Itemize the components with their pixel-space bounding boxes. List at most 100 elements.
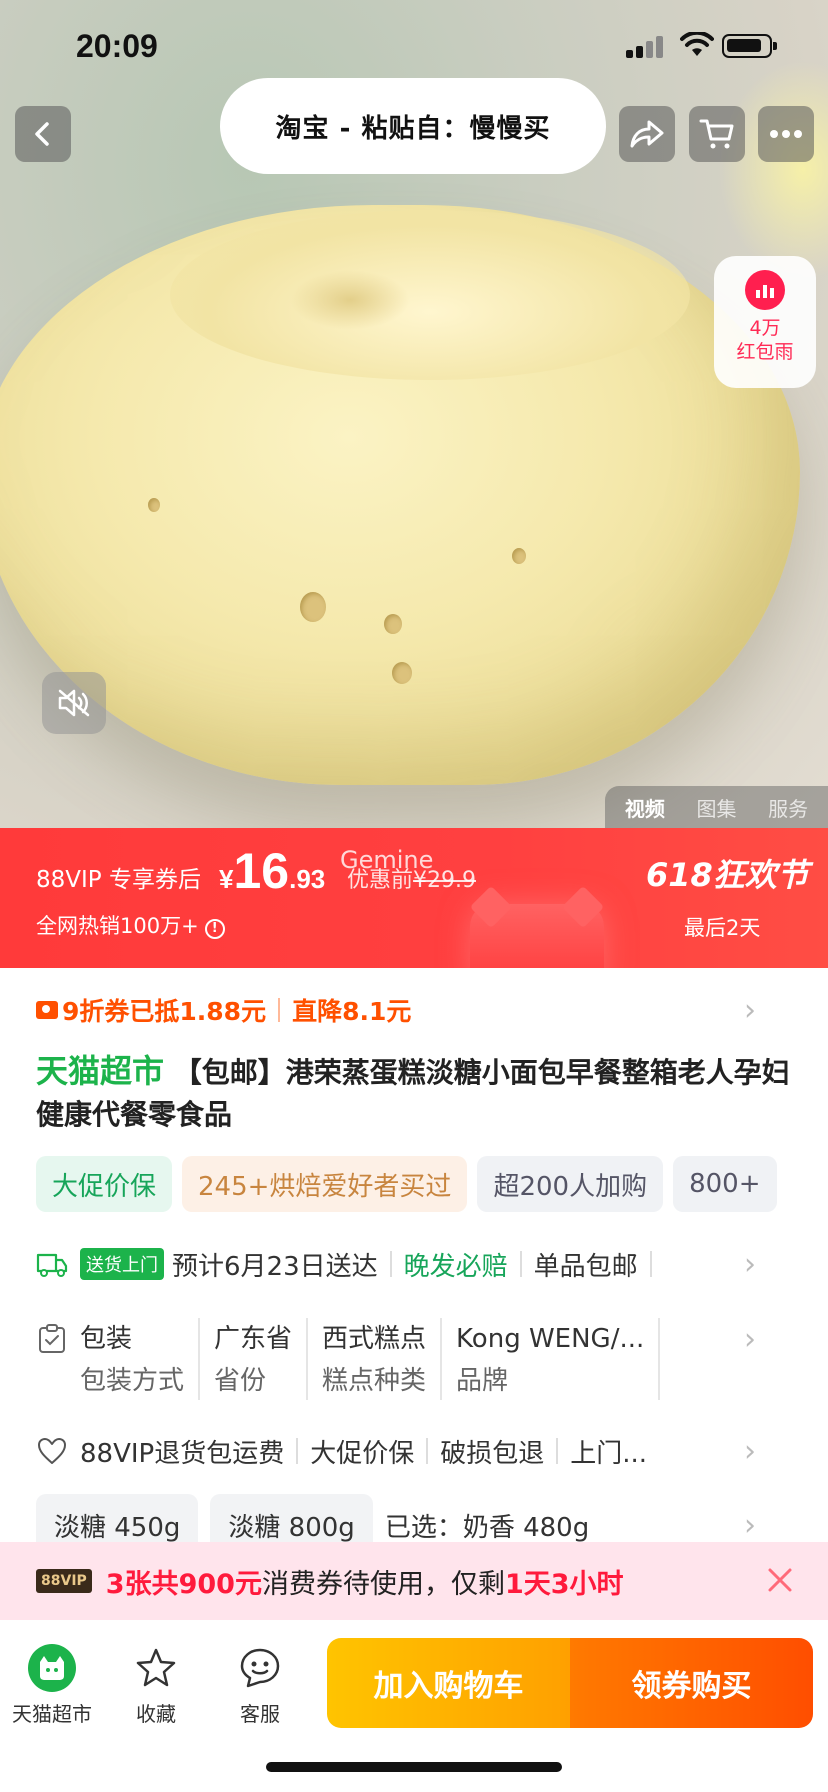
- cart-icon: [699, 119, 734, 149]
- coupon-buy-button[interactable]: 领券购买: [570, 1638, 813, 1728]
- promo-countdown: 1天3小时: [504, 1568, 624, 1600]
- tmall-cat-icon: [28, 1644, 76, 1692]
- spec-value: 包装: [80, 1324, 133, 1354]
- price-prefix: 88VIP 专享券后: [36, 867, 201, 893]
- service-item: 上门...: [570, 1438, 648, 1469]
- spec-key: 糕点种类: [322, 1366, 427, 1396]
- cellular-signal-icon: [626, 36, 666, 58]
- selected-variant: 已选：奶香 480g: [384, 1512, 590, 1543]
- media-tabs: 视频 图集 服务: [605, 786, 828, 828]
- chevron-left-icon: [35, 122, 49, 146]
- purchase-buttons: 加入购物车 领券购买: [327, 1638, 813, 1728]
- favorite-button[interactable]: 收藏: [106, 1644, 206, 1727]
- back-button[interactable]: [15, 106, 71, 162]
- tag-more[interactable]: 800+: [673, 1156, 777, 1212]
- divider: [389, 1251, 392, 1277]
- mute-button[interactable]: [42, 672, 106, 734]
- battery-icon: [722, 34, 777, 58]
- promo-highlight: 3张共900元: [105, 1568, 262, 1600]
- tag-bought-by[interactable]: 245+烘焙爱好者买过: [182, 1156, 468, 1212]
- tag-added-to-cart[interactable]: 超200人加购: [477, 1156, 664, 1212]
- divider: [440, 1318, 443, 1400]
- divider: [556, 1438, 559, 1464]
- tag-price-protect[interactable]: 大促价保: [36, 1156, 173, 1212]
- home-indicator: [266, 1762, 562, 1772]
- more-button[interactable]: [758, 106, 814, 162]
- delivery-row[interactable]: 送货上门 预计6月23日送达 晚发必赔 单品包邮 ›: [36, 1244, 792, 1284]
- spec-province: 广东省 省份: [214, 1318, 292, 1402]
- tmall-supermarket-button[interactable]: 天猫超市: [2, 1644, 102, 1727]
- price-integer: 16: [233, 843, 290, 899]
- tab-video[interactable]: 视频: [625, 793, 665, 822]
- customer-service-button[interactable]: 客服: [210, 1644, 310, 1727]
- delivery-eta: 预计6月23日送达: [172, 1251, 378, 1282]
- status-bar: 20:09: [0, 0, 828, 90]
- chevron-right-icon[interactable]: ›: [744, 1508, 756, 1543]
- chat-face-icon: [240, 1648, 280, 1688]
- service-label: 客服: [240, 1702, 280, 1726]
- divider: [649, 1251, 652, 1277]
- chevron-right-icon: ›: [744, 1246, 756, 1282]
- star-icon: [136, 1648, 176, 1687]
- close-icon[interactable]: [760, 1560, 800, 1600]
- coupon-discount: 9折券已抵1.88元: [62, 997, 267, 1026]
- cake-texture: [300, 592, 326, 622]
- free-shipping: 单品包邮: [533, 1251, 638, 1282]
- sales-count-text: 全网热销100万+: [36, 914, 199, 938]
- spec-value: 西式糕点: [322, 1324, 427, 1354]
- info-icon: !: [204, 919, 225, 939]
- tab-service[interactable]: 服务: [768, 793, 808, 822]
- price-decimal: .93: [289, 864, 326, 894]
- divider: [296, 1438, 299, 1464]
- chevron-right-icon: ›: [744, 1433, 756, 1469]
- spec-key: 品牌: [456, 1366, 509, 1396]
- currency-symbol: ¥: [219, 864, 234, 894]
- favorite-label: 收藏: [136, 1702, 176, 1726]
- shield-heart-icon: [38, 1438, 66, 1464]
- vip-coupon-promo[interactable]: 88VIP 3张共900元消费券待使用，仅剩1天3小时: [0, 1542, 828, 1620]
- spec-value: Kong WENG/...: [456, 1324, 645, 1354]
- more-dots-icon: [770, 130, 802, 138]
- truck-icon: [36, 1253, 68, 1277]
- cake-crease: [290, 270, 410, 330]
- brand-label: 天猫超市: [36, 1052, 165, 1090]
- tmall-cat-decoration: [470, 904, 604, 968]
- specs-row[interactable]: 包装 包装方式 广东省 省份 西式糕点 糕点种类 Kong WENG/... 品…: [36, 1318, 792, 1402]
- chevron-right-icon: ›: [744, 992, 756, 1028]
- service-item: 破损包退: [440, 1438, 545, 1469]
- tmall-label: 天猫超市: [12, 1702, 92, 1726]
- cake-texture: [512, 548, 526, 564]
- cart-button[interactable]: [689, 106, 745, 162]
- original-price: 优惠前¥29.9: [347, 862, 476, 894]
- cake-texture: [384, 614, 402, 634]
- chevron-right-icon: ›: [744, 1322, 756, 1357]
- red-packet-rain-widget[interactable]: 4万 红包雨: [714, 256, 816, 388]
- spec-brand: Kong WENG/... 品牌: [456, 1318, 644, 1402]
- status-time: 20:09: [76, 28, 158, 64]
- divider: [658, 1318, 661, 1400]
- divider: [306, 1318, 309, 1400]
- cake-highlight: [170, 210, 690, 380]
- service-item: 大促价保: [310, 1438, 415, 1469]
- sales-count[interactable]: 全网热销100万+!: [36, 910, 225, 940]
- festival-label: 618狂欢节: [646, 856, 809, 894]
- service-row[interactable]: 88VIP退货包运费 大促价保 破损包退 上门... ›: [36, 1430, 792, 1472]
- add-to-cart-button[interactable]: 加入购物车: [327, 1638, 570, 1728]
- source-label[interactable]: 淘宝 - 粘贴自：慢慢买: [220, 78, 606, 174]
- spec-key: 省份: [214, 1366, 267, 1396]
- coupon-row[interactable]: 9折券已抵1.88元 直降8.1元 ›: [36, 990, 792, 1030]
- share-button[interactable]: [619, 106, 675, 162]
- wifi-icon: [680, 32, 714, 56]
- tag-list: 大促价保 245+烘焙爱好者买过 超200人加购 800+: [36, 1156, 828, 1212]
- divider: [519, 1251, 522, 1277]
- tab-gallery[interactable]: 图集: [696, 793, 736, 822]
- spec-key: 包装方式: [80, 1366, 185, 1396]
- divider: [198, 1318, 201, 1400]
- promo-text: 3张共900元消费券待使用，仅剩1天3小时: [106, 1562, 624, 1601]
- service-item: 88VIP退货包运费: [80, 1438, 285, 1469]
- spec-packaging: 包装 包装方式: [80, 1318, 184, 1402]
- spec-value: 广东省: [214, 1324, 293, 1354]
- direct-discount: 直降8.1元: [292, 997, 412, 1026]
- speaker-muted-icon: [58, 689, 90, 717]
- original-price-label: 优惠前: [347, 868, 414, 893]
